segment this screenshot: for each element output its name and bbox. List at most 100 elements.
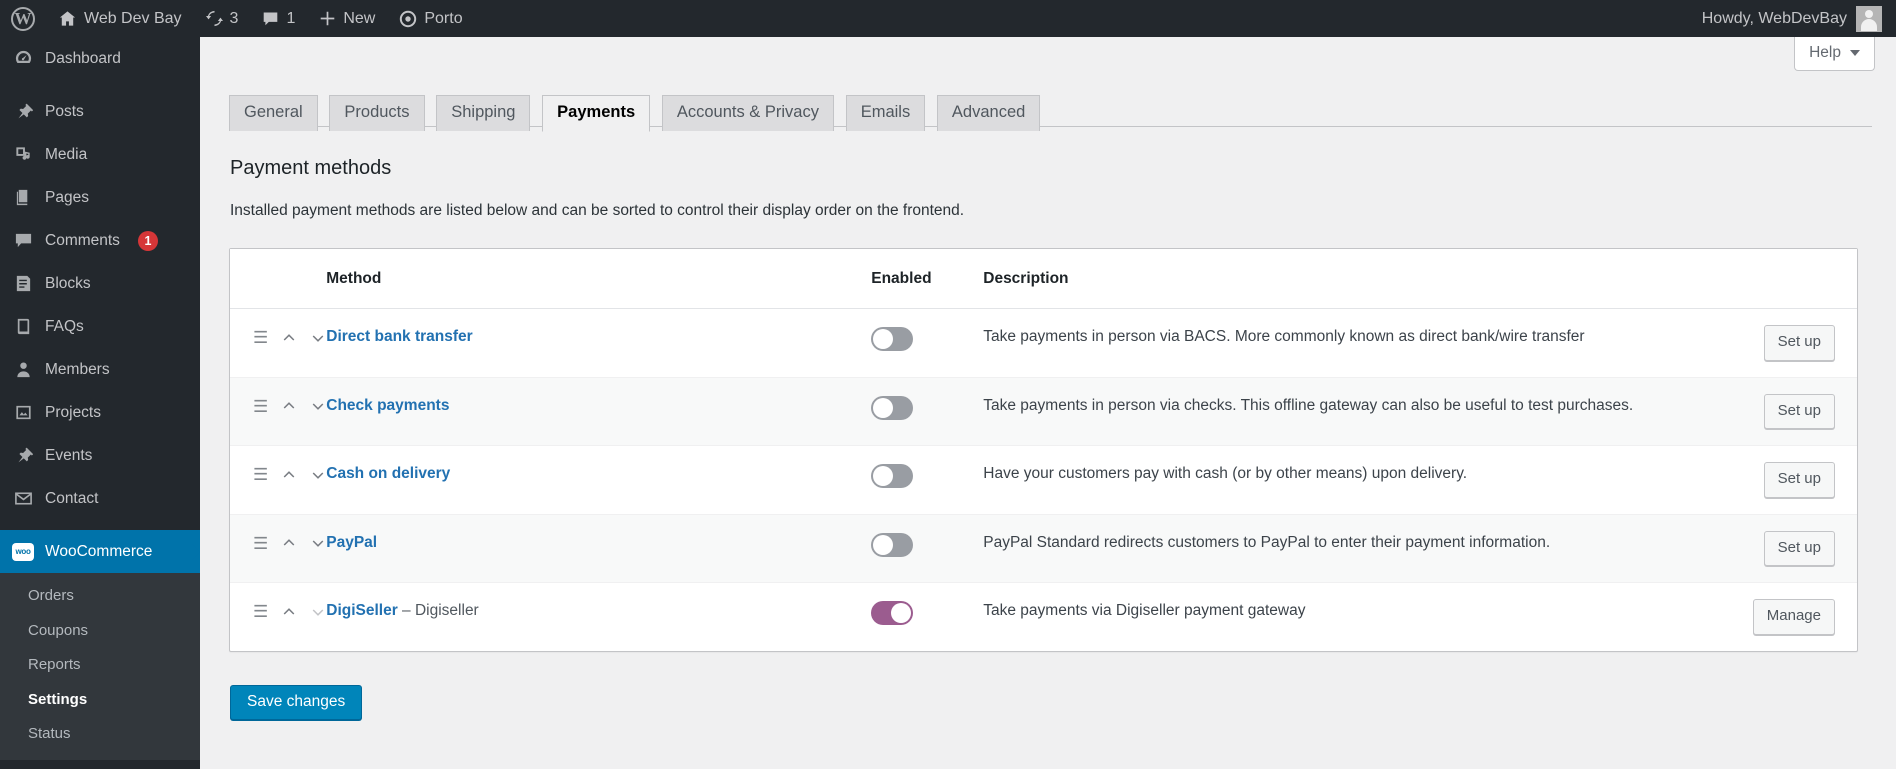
move-up-icon[interactable] <box>281 330 297 346</box>
sidebar-item-label: FAQs <box>45 318 84 336</box>
sidebar-item-events[interactable]: Events <box>0 434 200 477</box>
table-row: ☰ Cash on delivery <box>230 446 1857 515</box>
tab-products[interactable]: Products <box>329 95 424 131</box>
tab-general[interactable]: General <box>229 95 318 131</box>
method-link[interactable]: Direct bank transfer <box>326 328 472 345</box>
sidebar-item-projects[interactable]: Projects <box>0 391 200 434</box>
sidebar-item-blocks[interactable]: Blocks <box>0 262 200 305</box>
row-action-cell: Set up <box>1672 446 1857 515</box>
updates-menu[interactable]: 3 <box>194 0 251 37</box>
help-tab-wrap: Help <box>1794 37 1875 71</box>
wordpress-logo-button[interactable]: W <box>0 0 46 37</box>
dashboard-icon <box>12 49 34 68</box>
sidebar-item-media[interactable]: Media <box>0 133 200 176</box>
row-action-cell: Set up <box>1672 514 1857 583</box>
woocommerce-submenu: Orders Coupons Reports Settings Status <box>0 573 200 760</box>
site-name-menu[interactable]: Web Dev Bay <box>46 0 194 37</box>
move-down-icon[interactable] <box>310 398 326 414</box>
image-icon <box>12 403 34 422</box>
row-action-cell: Set up <box>1672 309 1857 378</box>
row-method-cell: DigiSeller – Digiseller <box>326 583 871 651</box>
method-link[interactable]: DigiSeller <box>326 602 398 619</box>
setup-button[interactable]: Set up <box>1764 394 1835 430</box>
method-link[interactable]: PayPal <box>326 534 377 551</box>
column-header-action <box>1672 249 1857 309</box>
method-link[interactable]: Check payments <box>326 397 449 414</box>
enable-toggle[interactable] <box>871 396 913 420</box>
sidebar-item-woocommerce[interactable]: woo WooCommerce <box>0 530 200 573</box>
enable-toggle[interactable] <box>871 464 913 488</box>
move-down-icon[interactable] <box>310 535 326 551</box>
submenu-item-orders[interactable]: Orders <box>0 579 200 614</box>
home-icon <box>58 9 77 28</box>
table-row: ☰ DigiSeller – Digiseller <box>230 583 1857 651</box>
enable-toggle[interactable] <box>871 327 913 351</box>
column-header-enabled: Enabled <box>871 249 983 309</box>
row-description: Take payments in person via checks. This… <box>983 377 1672 446</box>
tab-payments[interactable]: Payments <box>542 95 650 132</box>
tab-emails[interactable]: Emails <box>846 95 926 131</box>
row-method-cell: Cash on delivery <box>326 446 871 515</box>
move-up-icon[interactable] <box>281 604 297 620</box>
drag-handle-icon[interactable]: ☰ <box>253 603 268 620</box>
comments-menu[interactable]: 1 <box>250 0 307 37</box>
new-content-label: New <box>343 10 375 28</box>
drag-handle-icon[interactable]: ☰ <box>253 535 268 552</box>
table-row: ☰ Direct bank transfer <box>230 309 1857 378</box>
porto-theme-label: Porto <box>424 10 462 28</box>
sidebar-item-label: Contact <box>45 490 98 508</box>
comments-count: 1 <box>286 10 295 28</box>
enable-toggle[interactable] <box>871 601 913 625</box>
my-account-menu[interactable]: Howdy, WebDevBay <box>1692 6 1896 32</box>
tab-shipping[interactable]: Shipping <box>436 95 530 131</box>
sidebar-separator <box>0 520 200 530</box>
submenu-item-reports[interactable]: Reports <box>0 648 200 683</box>
sidebar-item-posts[interactable]: Posts <box>0 90 200 133</box>
move-up-icon[interactable] <box>281 398 297 414</box>
porto-theme-menu[interactable]: Porto <box>387 0 474 37</box>
submenu-item-coupons[interactable]: Coupons <box>0 614 200 649</box>
row-enabled-cell <box>871 309 983 378</box>
pages-icon <box>12 188 34 207</box>
drag-handle-icon[interactable]: ☰ <box>253 329 268 346</box>
row-action-cell: Set up <box>1672 377 1857 446</box>
submit-row: Save changes <box>229 652 1872 720</box>
sidebar-item-members[interactable]: Members <box>0 348 200 391</box>
column-header-description: Description <box>983 249 1672 309</box>
sidebar-item-label: Pages <box>45 189 89 207</box>
move-down-icon[interactable] <box>310 330 326 346</box>
submenu-item-status[interactable]: Status <box>0 717 200 752</box>
sidebar-separator <box>0 80 200 90</box>
drag-handle-icon[interactable]: ☰ <box>253 398 268 415</box>
tab-accounts-privacy[interactable]: Accounts & Privacy <box>662 95 834 131</box>
move-up-icon[interactable] <box>281 535 297 551</box>
column-header-method: Method <box>326 249 871 309</box>
move-down-icon[interactable] <box>310 467 326 483</box>
wordpress-logo-icon: W <box>11 7 35 31</box>
setup-button[interactable]: Set up <box>1764 325 1835 361</box>
submenu-item-settings[interactable]: Settings <box>0 683 200 718</box>
method-link[interactable]: Cash on delivery <box>326 465 450 482</box>
sidebar-item-pages[interactable]: Pages <box>0 176 200 219</box>
table-header-row: Method Enabled Description <box>230 249 1857 309</box>
drag-handle-icon[interactable]: ☰ <box>253 466 268 483</box>
porto-icon <box>399 10 417 28</box>
manage-button[interactable]: Manage <box>1753 599 1835 635</box>
page-title: Payment methods <box>230 154 1872 182</box>
setup-button[interactable]: Set up <box>1764 531 1835 567</box>
comment-bubble-icon <box>262 10 279 27</box>
sidebar-item-dashboard[interactable]: Dashboard <box>0 37 200 80</box>
settings-page: General Products Shipping Payments Accou… <box>200 37 1896 720</box>
enable-toggle[interactable] <box>871 533 913 557</box>
move-down-icon <box>310 604 326 620</box>
sidebar-item-faqs[interactable]: FAQs <box>0 305 200 348</box>
sidebar-item-comments[interactable]: Comments 1 <box>0 219 200 262</box>
save-changes-button[interactable]: Save changes <box>230 685 362 720</box>
new-content-menu[interactable]: New <box>307 0 387 37</box>
help-button[interactable]: Help <box>1794 37 1875 71</box>
move-up-icon[interactable] <box>281 467 297 483</box>
tab-advanced[interactable]: Advanced <box>937 95 1040 131</box>
row-description: Have your customers pay with cash (or by… <box>983 446 1672 515</box>
setup-button[interactable]: Set up <box>1764 462 1835 498</box>
sidebar-item-contact[interactable]: Contact <box>0 477 200 520</box>
